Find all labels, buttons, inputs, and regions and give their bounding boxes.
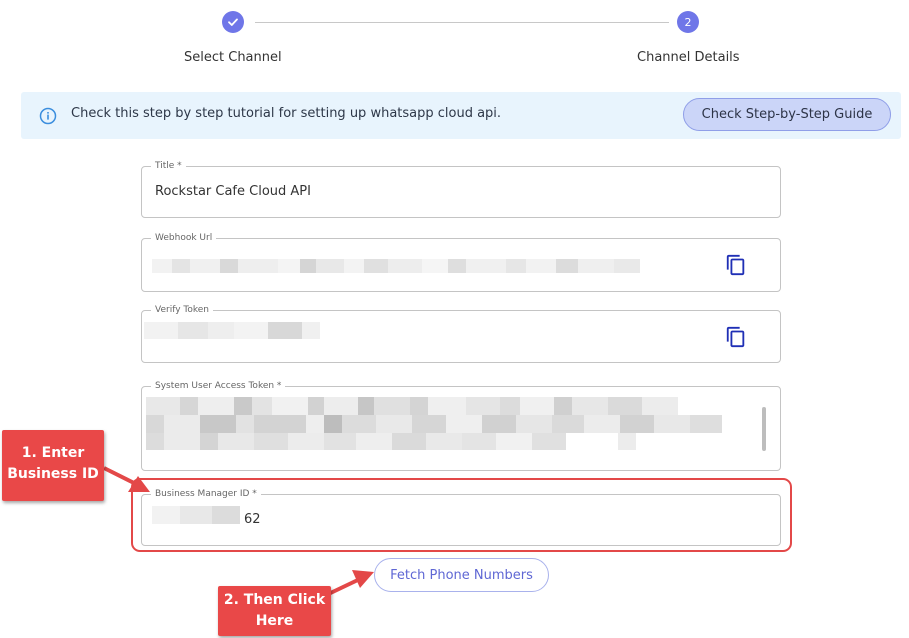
step-2-label: Channel Details: [637, 50, 740, 65]
step-1-label: Select Channel: [184, 50, 282, 65]
access-token-field[interactable]: System User Access Token *: [141, 380, 781, 471]
title-field[interactable]: Title * Rockstar Cafe Cloud API: [141, 160, 781, 218]
verify-token-redacted-value: [144, 322, 320, 339]
callout-enter-business-id: 1. Enter Business ID: [2, 430, 104, 501]
info-icon: [39, 107, 57, 125]
callout2-line2: Here: [255, 613, 294, 629]
title-input-value[interactable]: Rockstar Cafe Cloud API: [155, 184, 311, 199]
info-banner: Check this step by step tutorial for set…: [21, 92, 901, 139]
webhook-url-field[interactable]: Webhook Url: [141, 232, 781, 292]
verify-token-field[interactable]: Verify Token: [141, 304, 781, 363]
webhook-url-redacted-value: [152, 258, 680, 273]
verify-token-label: Verify Token: [151, 304, 213, 316]
access-token-redacted-value-line-2: [146, 415, 756, 433]
step-2-number: 2: [684, 15, 692, 29]
copy-icon[interactable]: [725, 326, 747, 348]
copy-icon[interactable]: [725, 254, 747, 276]
arrow-head-fetch-button: [352, 570, 374, 588]
fetch-phone-numbers-button[interactable]: Fetch Phone Numbers: [374, 558, 549, 592]
callout1-line1: 1. Enter: [21, 445, 85, 461]
callout2-line1: 2. Then Click: [223, 592, 326, 608]
stepper-connector: [255, 22, 669, 23]
access-token-scrollbar[interactable]: [762, 407, 766, 451]
callout-then-click-here: 2. Then Click Here: [218, 586, 331, 636]
step-by-step-guide-button[interactable]: Check Step-by-Step Guide: [683, 98, 891, 131]
access-token-redacted-value: [146, 397, 756, 415]
callout1-line2: Business ID: [7, 466, 99, 482]
check-icon: [228, 18, 238, 26]
step-2-indicator: 2: [677, 11, 699, 33]
access-token-label: System User Access Token *: [151, 380, 286, 392]
banner-text: Check this step by step tutorial for set…: [71, 106, 502, 121]
access-token-redacted-value-line-3: [146, 433, 656, 450]
webhook-url-label: Webhook Url: [151, 232, 217, 244]
title-field-label: Title *: [151, 160, 186, 172]
step-1-complete-indicator: [222, 11, 244, 33]
business-id-highlight: [131, 478, 792, 552]
